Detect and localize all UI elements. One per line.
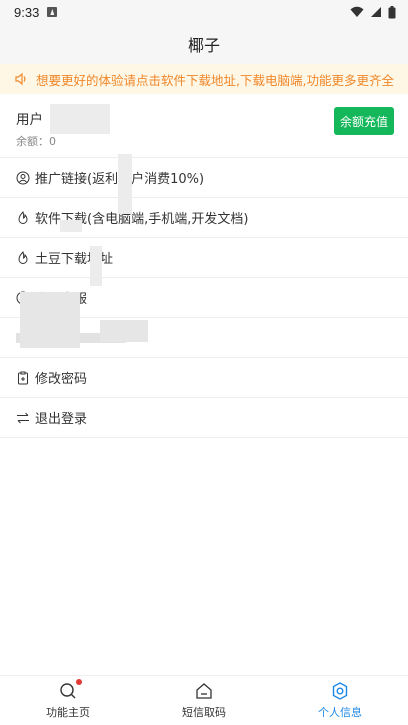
flame-icon (16, 250, 30, 265)
redaction-mask (100, 320, 148, 342)
tab-label: 功能主页 (46, 706, 90, 719)
clipboard-icon (16, 371, 30, 385)
menu-item-change-password[interactable]: 修改密码 (0, 358, 408, 398)
redaction-mask (118, 154, 132, 214)
menu-item-software-download[interactable]: 软件下载(含电脑端,手机端,开发文档) (0, 198, 408, 238)
user-name: 用户 (16, 108, 43, 128)
tab-label: 个人信息 (318, 706, 362, 719)
redaction-mask (60, 220, 82, 232)
recharge-button[interactable]: 余额充值 (334, 107, 394, 135)
status-time: 9:33 (14, 4, 40, 20)
speaker-icon (14, 72, 28, 86)
tab-home-functions[interactable]: 功能主页 (0, 676, 136, 725)
notification-icon (47, 7, 58, 17)
status-icons (350, 5, 396, 19)
battery-icon (388, 5, 396, 18)
menu-item-referral[interactable]: 推广链接(返利用户消费10%) (0, 158, 408, 198)
user-circle-icon (16, 171, 30, 185)
redaction-mask (50, 104, 110, 134)
menu-item-tudou-download[interactable]: 土豆下载地址 (0, 238, 408, 278)
bottom-nav: 功能主页 短信取码 个人信息 (0, 675, 408, 725)
balance-value: 0 (49, 135, 56, 148)
swap-arrows-icon (16, 411, 30, 425)
title-bar: 椰子 (0, 24, 408, 64)
wifi-icon (350, 6, 364, 17)
menu-item-label: 退出登录 (35, 412, 88, 427)
notice-bar[interactable]: 想要更好的体验请点击软件下载地址,下载电脑端,功能更多更齐全 (0, 64, 408, 94)
status-bar: 9:33 (0, 0, 408, 24)
user-card: 用户 余额：0 余额充值 (0, 98, 408, 158)
user-name-label: 用户 (16, 112, 43, 128)
page-title: 椰子 (187, 36, 220, 55)
flame-icon (16, 210, 30, 225)
redaction-mask (90, 246, 102, 286)
notice-text: 想要更好的体验请点击软件下载地址,下载电脑端,功能更多更齐全 (36, 72, 394, 88)
notification-dot (76, 679, 82, 685)
tab-personal-info[interactable]: 个人信息 (272, 676, 408, 725)
tab-sms-code[interactable]: 短信取码 (136, 676, 272, 725)
menu-item-label: 修改密码 (35, 372, 88, 387)
balance: 余额：0 (16, 135, 56, 148)
gear-icon (330, 681, 350, 701)
balance-label: 余额 (16, 135, 38, 148)
tab-label: 短信取码 (182, 706, 226, 719)
menu-item-logout[interactable]: 退出登录 (0, 398, 408, 438)
search-icon (58, 679, 82, 701)
signal-icon (371, 7, 381, 17)
home-icon (194, 681, 214, 701)
redaction-mask (20, 292, 80, 348)
